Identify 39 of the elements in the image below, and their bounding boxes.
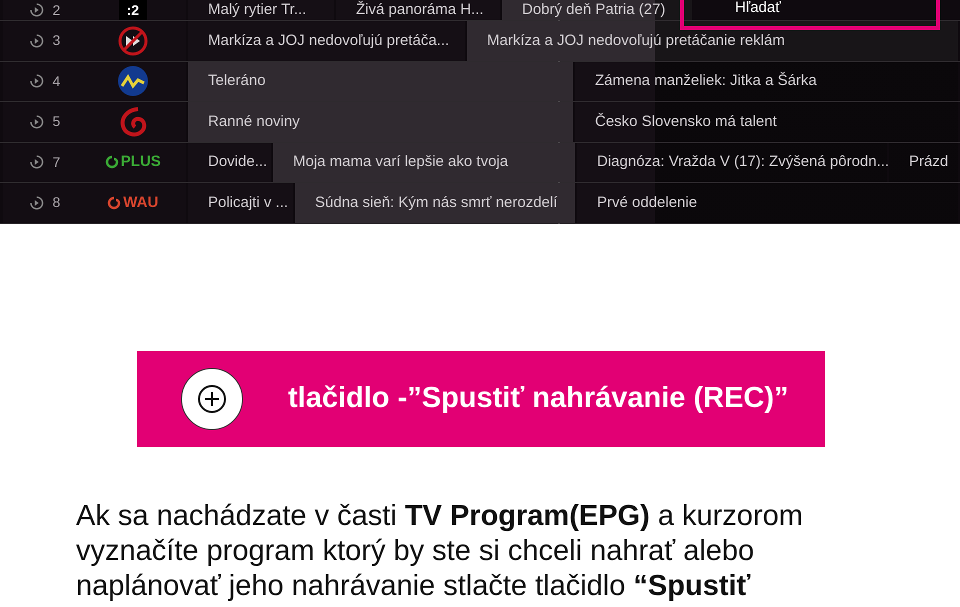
program-cell[interactable]: Markíza a JOJ nedovoľujú pretáča... xyxy=(188,21,465,60)
program-cell[interactable]: Prvé oddelenie xyxy=(577,183,958,222)
program-cell[interactable]: Živá panoráma H... xyxy=(336,0,500,20)
banner-text: tlačidlo -”Spustiť nahrávanie (REC)” xyxy=(288,381,789,416)
channel-logo: :2 xyxy=(118,0,148,20)
program-cell[interactable]: Ranné noviny xyxy=(188,102,573,142)
replay-icon xyxy=(29,154,44,170)
swirl-icon xyxy=(104,155,119,170)
program-cell[interactable]: Česko Slovensko má talent xyxy=(575,102,958,142)
replay-icon xyxy=(29,2,44,18)
search-menu[interactable]: Hľadať xyxy=(680,0,940,30)
program-cell[interactable]: Prázd xyxy=(889,142,958,182)
no-fast-forward-icon xyxy=(118,26,148,56)
channel-number: 5 xyxy=(52,112,62,132)
program-cell[interactable]: Markíza a JOJ nedovoľujú pretáčanie reklám xyxy=(467,21,958,60)
program-cell[interactable]: Policajti v ... xyxy=(188,183,293,222)
program-cell[interactable]: Teleráno xyxy=(188,62,573,101)
channel-number: 2 xyxy=(52,0,62,20)
replay-icon xyxy=(29,194,44,211)
program-cell[interactable]: Zámena manželiek: Jitka a Šárka xyxy=(575,62,958,101)
instruction-paragraph: Ak sa nachádzate v časti TV Program(EPG) a kurzorom vyznačíte program ktorý by ste si chceli nahrať alebo naplánovať jeho nahrávanie stlačte tlačidlo “Spustiť xyxy=(76,499,804,604)
program-cell[interactable]: Dobrý deň Patria (27) xyxy=(502,0,692,20)
program-cell[interactable]: Moja mama varí lepšie ako tvoja xyxy=(273,142,575,182)
program-cell[interactable]: Dovide... xyxy=(188,142,271,182)
channel-logo-icon xyxy=(118,66,148,96)
program-cell[interactable]: Diagnóza: Vražda V (17): Zvýšená pôrodn... xyxy=(577,142,887,182)
channel-number: 8 xyxy=(52,193,62,212)
program-cell[interactable]: Súdna sieň: Kým nás smrť nerozdelí xyxy=(295,183,575,222)
replay-icon xyxy=(29,73,44,90)
channel-logo: WAU xyxy=(123,192,158,212)
replay-icon xyxy=(29,32,44,49)
program-cell[interactable]: Malý rytier Tr... xyxy=(188,0,334,20)
spiral-logo-icon xyxy=(118,106,148,138)
channel-logo: PLUS xyxy=(120,152,161,172)
channel-number: 4 xyxy=(52,72,62,91)
swirl-icon xyxy=(107,196,122,210)
channel-number: 7 xyxy=(52,152,62,172)
replay-icon xyxy=(29,114,44,130)
channel-number: 3 xyxy=(52,31,62,50)
